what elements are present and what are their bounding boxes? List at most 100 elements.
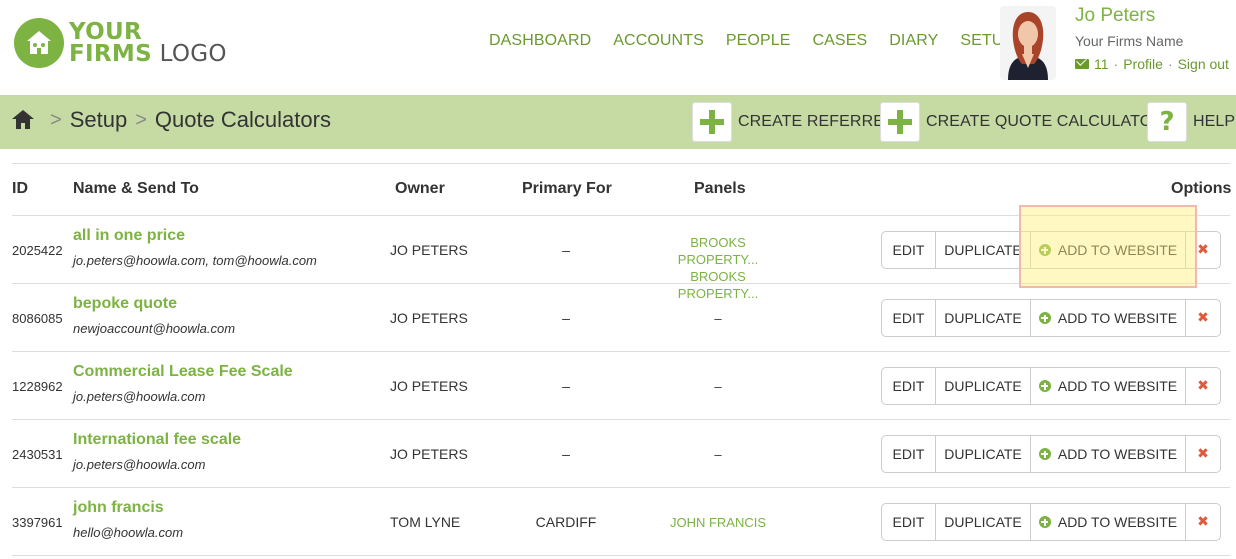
row-id: 3397961 xyxy=(12,515,63,530)
row-send-to: jo.peters@hoowla.com, tom@hoowla.com xyxy=(73,253,317,268)
row-name-link[interactable]: Commercial Lease Fee Scale xyxy=(73,363,293,381)
delete-button[interactable]: ✖ xyxy=(1186,232,1220,268)
separator: · xyxy=(1167,56,1173,72)
add-to-website-button[interactable]: ADD TO WEBSITE xyxy=(1031,504,1186,540)
row-panels: – xyxy=(714,311,722,326)
table-header: ID Name & Send To Owner Primary For Pane… xyxy=(12,164,1232,216)
add-to-website-button[interactable]: ADD TO WEBSITE xyxy=(1031,368,1186,404)
main-nav: DASHBOARD ACCOUNTS PEOPLE CASES DIARY SE… xyxy=(489,32,1014,50)
edit-button[interactable]: EDIT xyxy=(882,300,936,336)
question-mark-icon: ? xyxy=(1159,107,1175,137)
user-name[interactable]: Jo Peters xyxy=(1075,5,1155,27)
edit-button[interactable]: EDIT xyxy=(882,232,936,268)
row-send-to: jo.peters@hoowla.com xyxy=(73,457,206,472)
nav-accounts[interactable]: ACCOUNTS xyxy=(613,32,704,50)
edit-button[interactable]: EDIT xyxy=(882,504,936,540)
delete-button[interactable]: ✖ xyxy=(1186,504,1220,540)
table-row: 2430531 International fee scale jo.peter… xyxy=(12,420,1230,488)
user-firm-name: Your Firms Name xyxy=(1075,33,1184,49)
user-links: 11 · Profile · Sign out xyxy=(1075,56,1229,72)
separator: · xyxy=(1113,56,1119,72)
plus-circle-icon xyxy=(1038,244,1051,256)
delete-button[interactable]: ✖ xyxy=(1186,300,1220,336)
row-primary-for: – xyxy=(562,310,570,326)
nav-dashboard[interactable]: DASHBOARD xyxy=(489,32,591,50)
row-name-link[interactable]: bepoke quote xyxy=(73,295,177,313)
row-owner: JO PETERS xyxy=(390,378,468,394)
row-panels-link[interactable]: JOHN FRANCIS xyxy=(652,514,784,531)
logo-text-logo: LOGO xyxy=(159,41,227,67)
help-label: HELP xyxy=(1193,113,1236,130)
message-count[interactable]: 11 xyxy=(1094,56,1109,72)
add-to-website-label: ADD TO WEBSITE xyxy=(1057,378,1178,394)
add-to-website-button[interactable]: ADD TO WEBSITE xyxy=(1031,300,1186,336)
add-to-website-label: ADD TO WEBSITE xyxy=(1057,242,1178,258)
row-id: 2025422 xyxy=(12,243,63,258)
row-options: EDIT DUPLICATE ADD TO WEBSITE ✖ xyxy=(881,231,1221,269)
edit-button[interactable]: EDIT xyxy=(882,436,936,472)
breadcrumb-bar: > Setup > Quote Calculators CREATE REFER… xyxy=(0,95,1236,149)
close-icon: ✖ xyxy=(1197,446,1209,462)
row-owner: JO PETERS xyxy=(390,310,468,326)
envelope-icon[interactable] xyxy=(1075,59,1089,69)
nav-people[interactable]: PEOPLE xyxy=(726,32,791,50)
user-avatar[interactable] xyxy=(1000,6,1056,80)
col-options: Options xyxy=(1171,180,1232,197)
create-quote-calculator-label: CREATE QUOTE CALCULATOR xyxy=(926,113,1164,130)
row-id: 2430531 xyxy=(12,447,63,462)
row-primary-for: CARDIFF xyxy=(535,514,597,530)
plus-circle-icon xyxy=(1038,448,1051,460)
panel-link[interactable]: BROOKS PROPERTY... xyxy=(652,234,784,268)
add-to-website-label: ADD TO WEBSITE xyxy=(1057,310,1178,326)
create-referrer-label: CREATE REFERRER xyxy=(738,113,896,130)
delete-button[interactable]: ✖ xyxy=(1186,368,1220,404)
duplicate-button[interactable]: DUPLICATE xyxy=(936,436,1031,472)
quote-calculators-table: ID Name & Send To Owner Primary For Pane… xyxy=(12,163,1232,556)
breadcrumb-setup[interactable]: Setup xyxy=(70,107,128,133)
add-to-website-label: ADD TO WEBSITE xyxy=(1057,446,1178,462)
add-to-website-label: ADD TO WEBSITE xyxy=(1057,514,1178,530)
edit-button[interactable]: EDIT xyxy=(882,368,936,404)
row-primary-for: – xyxy=(562,378,570,394)
duplicate-button[interactable]: DUPLICATE xyxy=(936,232,1031,268)
nav-cases[interactable]: CASES xyxy=(813,32,868,50)
row-id: 1228962 xyxy=(12,379,63,394)
plus-circle-icon xyxy=(1038,380,1051,392)
breadcrumb-quote-calculators: Quote Calculators xyxy=(154,107,331,132)
breadcrumb-separator: > xyxy=(50,108,62,131)
row-send-to: jo.peters@hoowla.com xyxy=(73,389,206,404)
duplicate-button[interactable]: DUPLICATE xyxy=(936,504,1031,540)
col-id: ID xyxy=(12,180,28,197)
table-row: 1228962 Commercial Lease Fee Scale jo.pe… xyxy=(12,352,1230,420)
duplicate-button[interactable]: DUPLICATE xyxy=(936,368,1031,404)
help-button[interactable]: ? HELP xyxy=(1147,102,1235,142)
sign-out-link[interactable]: Sign out xyxy=(1178,56,1229,72)
create-referrer-button[interactable]: CREATE REFERRER xyxy=(692,102,896,142)
row-panels: – xyxy=(714,379,722,394)
logo[interactable]: YOUR FIRMS LOGO xyxy=(14,18,227,68)
col-primary-for: Primary For xyxy=(522,180,612,197)
nav-diary[interactable]: DIARY xyxy=(889,32,938,50)
row-options: EDIT DUPLICATE ADD TO WEBSITE ✖ xyxy=(881,299,1221,337)
create-quote-calculator-button[interactable]: CREATE QUOTE CALCULATOR xyxy=(880,102,1164,142)
row-owner: JO PETERS xyxy=(390,446,468,462)
col-owner: Owner xyxy=(395,180,445,197)
breadcrumb-separator: > xyxy=(135,108,147,131)
row-send-to: newjoaccount@hoowla.com xyxy=(73,321,236,336)
close-icon: ✖ xyxy=(1197,378,1209,394)
row-name-link[interactable]: International fee scale xyxy=(73,431,241,449)
duplicate-button[interactable]: DUPLICATE xyxy=(936,300,1031,336)
row-name-link[interactable]: john francis xyxy=(73,499,164,517)
plus-icon xyxy=(700,110,724,134)
add-to-website-button[interactable]: ADD TO WEBSITE xyxy=(1031,436,1186,472)
home-icon[interactable] xyxy=(12,110,34,130)
add-to-website-button[interactable]: ADD TO WEBSITE xyxy=(1031,232,1186,268)
delete-button[interactable]: ✖ xyxy=(1186,436,1220,472)
profile-link[interactable]: Profile xyxy=(1123,56,1163,72)
row-owner: JO PETERS xyxy=(390,242,468,258)
row-panels: – xyxy=(714,447,722,462)
row-name-link[interactable]: all in one price xyxy=(73,227,185,245)
plus-circle-icon xyxy=(1038,516,1051,528)
table-row: 2025422 all in one price jo.peters@hoowl… xyxy=(12,216,1230,301)
row-send-to: hello@hoowla.com xyxy=(73,525,184,540)
